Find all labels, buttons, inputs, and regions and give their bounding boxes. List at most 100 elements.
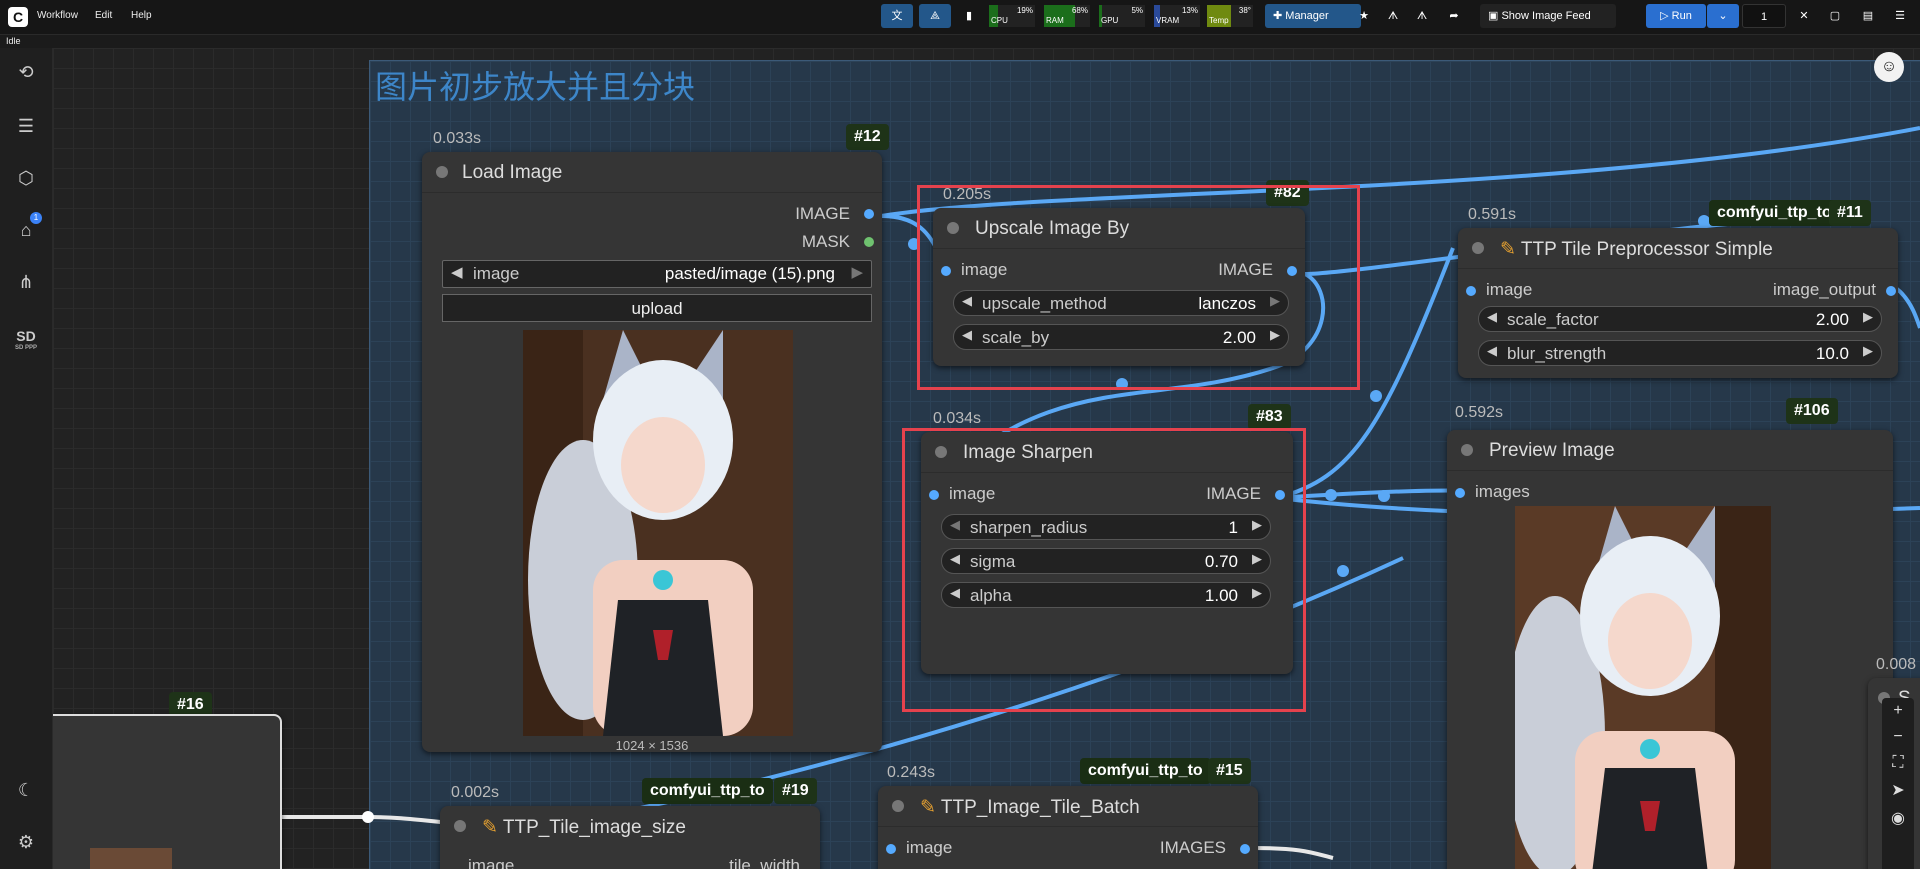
load-image-id-badge: #12 [846, 124, 889, 150]
left-node-image [90, 848, 172, 869]
tile-batch-node[interactable]: ✎ TTP_Image_Tile_Batch image IMAGES [878, 786, 1258, 869]
temp-monitor: Temp 38° [1207, 5, 1253, 27]
run-button[interactable]: ▷ Run [1646, 4, 1706, 28]
scale-factor-dec-icon[interactable]: ◀ [1487, 309, 1497, 325]
node-icon-b[interactable]: ᗑ [1410, 4, 1434, 28]
temp-label: Temp [1209, 16, 1229, 25]
history-icon[interactable]: ⟲ [14, 60, 38, 84]
ttp-tile-node[interactable]: ✎ TTP Tile Preprocessor Simple image ima… [1458, 228, 1898, 378]
cpu-monitor: CPU 19% [989, 5, 1035, 27]
preview-node[interactable]: Preview Image images [1447, 430, 1893, 869]
tile-batch-out-images-pin[interactable] [1240, 844, 1250, 854]
window-square-icon[interactable]: ▢ [1825, 4, 1845, 28]
sidebar: ⟲ ☰ ⬡ ⌂ 1 ⋔ SD SD PPP ☾ ⚙ [0, 48, 53, 869]
zoom-out-icon[interactable]: − [1882, 728, 1914, 746]
share-icon[interactable]: ➦ [1442, 4, 1466, 28]
sharpen-time: 0.034s [933, 410, 982, 427]
close-icon[interactable]: ✕ [1794, 4, 1814, 28]
node-icon-a[interactable]: ᗑ [1381, 4, 1405, 28]
fit-view-icon[interactable]: ⛶ [1882, 754, 1914, 772]
temp-value: 38° [1238, 6, 1251, 15]
load-image-status-dot[interactable] [436, 166, 448, 178]
ttp-tile-title-text: TTP Tile Preprocessor Simple [1520, 239, 1773, 260]
left-partial-node[interactable] [53, 714, 282, 869]
blur-strength-number[interactable]: ◀ blur_strength 10.0 ▶ [1478, 340, 1882, 366]
menu-edit[interactable]: Edit [95, 10, 112, 21]
settings-gear-icon[interactable]: ⚙ [14, 830, 38, 854]
ttp-tile-id-badge: #11 [1829, 200, 1871, 226]
bookmark-icon[interactable]: ▮ [957, 4, 981, 28]
cube-icon[interactable]: ⬡ [14, 166, 38, 190]
menu-workflow[interactable]: Workflow [37, 10, 78, 21]
ram-value: 68% [1071, 6, 1088, 15]
menu-icon[interactable]: ☰ [1890, 4, 1910, 28]
node-canvas[interactable]: 图片初步放大并且分块 0.033s #12 Load Image IMAGE M… [53, 48, 1920, 869]
tile-size-status-dot[interactable] [454, 820, 466, 832]
notes-icon[interactable]: ☰ [14, 114, 38, 138]
ttp-tile-title: ✎ TTP Tile Preprocessor Simple [1500, 238, 1773, 261]
scale-factor-inc-icon[interactable]: ▶ [1863, 309, 1873, 325]
load-image-out-mask-pin[interactable] [864, 237, 874, 247]
pointer-mode-icon[interactable]: ➤ [1882, 780, 1914, 800]
pack-leaf-icon-2: ✎ [482, 817, 503, 838]
manager-button[interactable]: ✚ Manager [1265, 4, 1361, 28]
preview-in-images-pin[interactable] [1455, 488, 1465, 498]
ttp-tile-pack-badge: comfyui_ttp_to [1709, 200, 1840, 226]
ttp-tile-w1-value: 2.00 [1815, 310, 1849, 329]
ttp-tile-out-image-pin[interactable] [1886, 286, 1896, 296]
comfy-logo-icon[interactable]: C [8, 7, 28, 27]
ttp-tile-out-image: image_output [1772, 280, 1876, 299]
prev-arrow-icon[interactable]: ◀ [451, 263, 463, 281]
ttp-tile-status-dot[interactable] [1472, 242, 1484, 254]
load-image-widget-value: pasted/image (15).png [664, 264, 835, 283]
load-image-file-select[interactable]: ◀ image pasted/image (15).png ▶ [442, 260, 872, 288]
tile-batch-pack-badge: comfyui_ttp_to [1080, 758, 1211, 784]
tile-batch-in-image: image [906, 838, 953, 857]
tile-size-node[interactable]: ✎ TTP_Tile_image_size image tile_width [440, 806, 820, 869]
batch-count-input[interactable]: 1 [1742, 4, 1786, 28]
scale-factor-number[interactable]: ◀ scale_factor 2.00 ▶ [1478, 306, 1882, 332]
top-bar: C Workflow Edit Help 文 ⟁ ▮ CPU 19% RAM 6… [0, 0, 1920, 35]
graph-icon[interactable]: ⋔ [14, 270, 38, 294]
tile-batch-in-image-pin[interactable] [886, 844, 896, 854]
load-image-time: 0.033s [433, 130, 482, 147]
blur-inc-icon[interactable]: ▶ [1863, 343, 1873, 359]
chat-bot-icon[interactable]: ☺ [1874, 52, 1904, 82]
star-icon[interactable]: ★ [1352, 4, 1376, 28]
vram-label: VRAM [1156, 16, 1180, 25]
zoom-in-icon[interactable]: + [1882, 702, 1914, 720]
ram-label: RAM [1046, 16, 1064, 25]
show-image-feed-button[interactable]: ▣ Show Image Feed [1480, 4, 1616, 28]
preview-time: 0.592s [1455, 404, 1504, 421]
ram-monitor: RAM 68% [1044, 5, 1090, 27]
upload-button[interactable]: upload [442, 294, 872, 322]
cpu-value: 19% [1016, 6, 1033, 15]
folder-icon[interactable]: ⌂ 1 [14, 212, 42, 242]
canvas-controls: + − ⛶ ➤ ◉ [1882, 698, 1914, 869]
load-image-out-image-pin[interactable] [864, 209, 874, 219]
load-image-dimensions: 1024 × 1536 [615, 738, 689, 753]
translate-icon[interactable]: 文 [881, 4, 913, 28]
image-icon: ▣ [1488, 10, 1499, 22]
eye-icon[interactable]: ◉ [1882, 808, 1914, 828]
highlight-box-sharpen [902, 428, 1306, 712]
ttp-tile-w1-name: scale_factor [1507, 310, 1599, 329]
sd-ppp-label: SD PPP [14, 345, 37, 351]
pack-leaf-icon-3: ✎ [920, 797, 941, 818]
wire-white-right [1252, 846, 1334, 860]
menu-help[interactable]: Help [131, 10, 152, 21]
crystools-icon[interactable]: ⟁ [919, 4, 951, 28]
panel-icon[interactable]: ▤ [1858, 4, 1878, 28]
moon-icon[interactable]: ☾ [14, 778, 38, 802]
preview-status-dot[interactable] [1461, 444, 1473, 456]
next-arrow-icon[interactable]: ▶ [851, 263, 863, 281]
tile-batch-status-dot[interactable] [892, 800, 904, 812]
ttp-tile-in-image-pin[interactable] [1466, 286, 1476, 296]
load-image-node[interactable]: Load Image IMAGE MASK ◀ image pasted/ima… [422, 152, 882, 753]
load-image-out-image: IMAGE [795, 204, 850, 223]
sd-ppp-icon[interactable]: SD SD PPP [14, 324, 38, 351]
blur-dec-icon[interactable]: ◀ [1487, 343, 1497, 359]
gpu-label: GPU [1101, 16, 1119, 25]
run-options-chevron-icon[interactable]: ⌄ [1707, 4, 1739, 28]
status-text: Idle [6, 36, 21, 46]
